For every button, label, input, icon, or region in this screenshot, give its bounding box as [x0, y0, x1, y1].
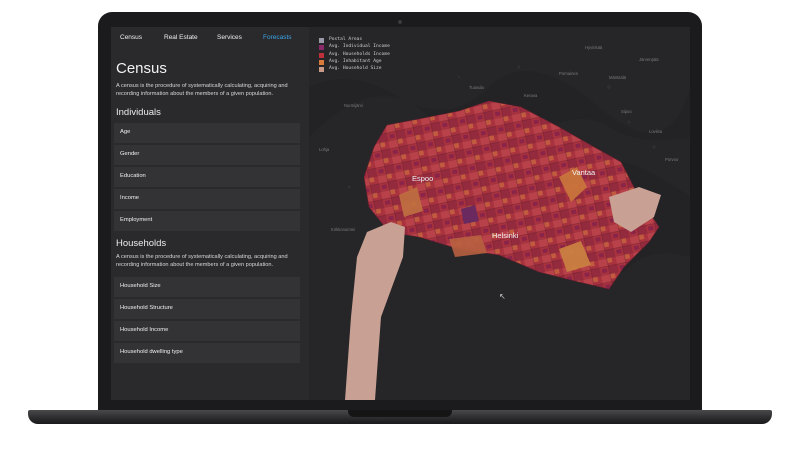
households-description: A census is the procedure of systematica… — [116, 254, 288, 268]
app-screen: Census Real Estate Services Forecasts Ce… — [111, 27, 690, 400]
place-label: Kerava — [524, 93, 538, 98]
list-item-household-size[interactable]: Household Size — [114, 277, 300, 297]
place-label: Kirkkonummi — [331, 227, 356, 232]
households-heading: Households — [116, 238, 167, 249]
list-item-household-income[interactable]: Household Income — [114, 321, 300, 341]
legend-swatch — [319, 38, 324, 43]
legend-swatch — [319, 52, 324, 58]
place-label: Hyvinkää — [585, 45, 603, 50]
place-label: Porvoo — [665, 157, 679, 162]
individuals-heading: Individuals — [116, 107, 161, 118]
place-label: Mäntsälä — [609, 75, 626, 80]
list-item-employment[interactable]: Employment — [114, 211, 300, 231]
nav-real-estate[interactable]: Real Estate — [164, 34, 198, 41]
city-label-vantaa: Vantaa — [572, 168, 596, 177]
top-nav: Census Real Estate Services Forecasts — [111, 34, 309, 46]
place-label: Järvenpää — [639, 57, 659, 62]
list-item-education[interactable]: Education — [114, 167, 300, 187]
legend-label: Avg. Households Income — [329, 51, 390, 57]
legend-swatch — [319, 45, 324, 51]
map-view[interactable]: Postal Areas Avg. Individual Income Avg.… — [309, 27, 690, 400]
nav-forecasts[interactable]: Forecasts — [263, 34, 292, 41]
list-item-gender[interactable]: Gender — [114, 145, 300, 165]
legend-swatch — [319, 59, 324, 65]
place-label: Pornainen — [559, 71, 579, 76]
legend-label: Postal Areas — [329, 37, 363, 42]
page-title: Census — [116, 60, 167, 77]
census-description: A census is the procedure of systematica… — [116, 83, 288, 97]
legend-label: Avg. Household Size — [329, 66, 382, 72]
city-label-helsinki: Helsinki — [492, 231, 519, 240]
camera-icon — [398, 20, 402, 24]
choropleth-map — [309, 65, 690, 400]
place-label: Lohja — [319, 147, 330, 152]
city-label-espoo: Espoo — [412, 174, 434, 183]
place-label: Nurmijärvi — [344, 103, 363, 108]
list-item-age[interactable]: Age — [114, 123, 300, 143]
list-item-household-structure[interactable]: Household Structure — [114, 299, 300, 319]
legend-label: Avg. Individual Income — [329, 44, 390, 50]
place-label: Loviisa — [649, 129, 663, 134]
region-orange-2 — [449, 235, 487, 257]
place-label: Sipoo — [621, 109, 632, 114]
place-label: Tuusula — [469, 85, 484, 90]
nav-census[interactable]: Census — [120, 34, 142, 41]
legend-swatch — [319, 67, 324, 73]
side-panel: Census Real Estate Services Forecasts Ce… — [111, 27, 309, 400]
list-item-household-dwelling-type[interactable]: Household dwelling type — [114, 343, 300, 363]
legend-label: Avg. Inhabitant Age — [329, 58, 382, 64]
laptop-notch — [348, 410, 452, 417]
nav-services[interactable]: Services — [217, 34, 242, 41]
region-west-pale — [345, 222, 405, 400]
list-item-income[interactable]: Income — [114, 189, 300, 209]
mouse-cursor-icon: ↖ — [499, 292, 506, 301]
